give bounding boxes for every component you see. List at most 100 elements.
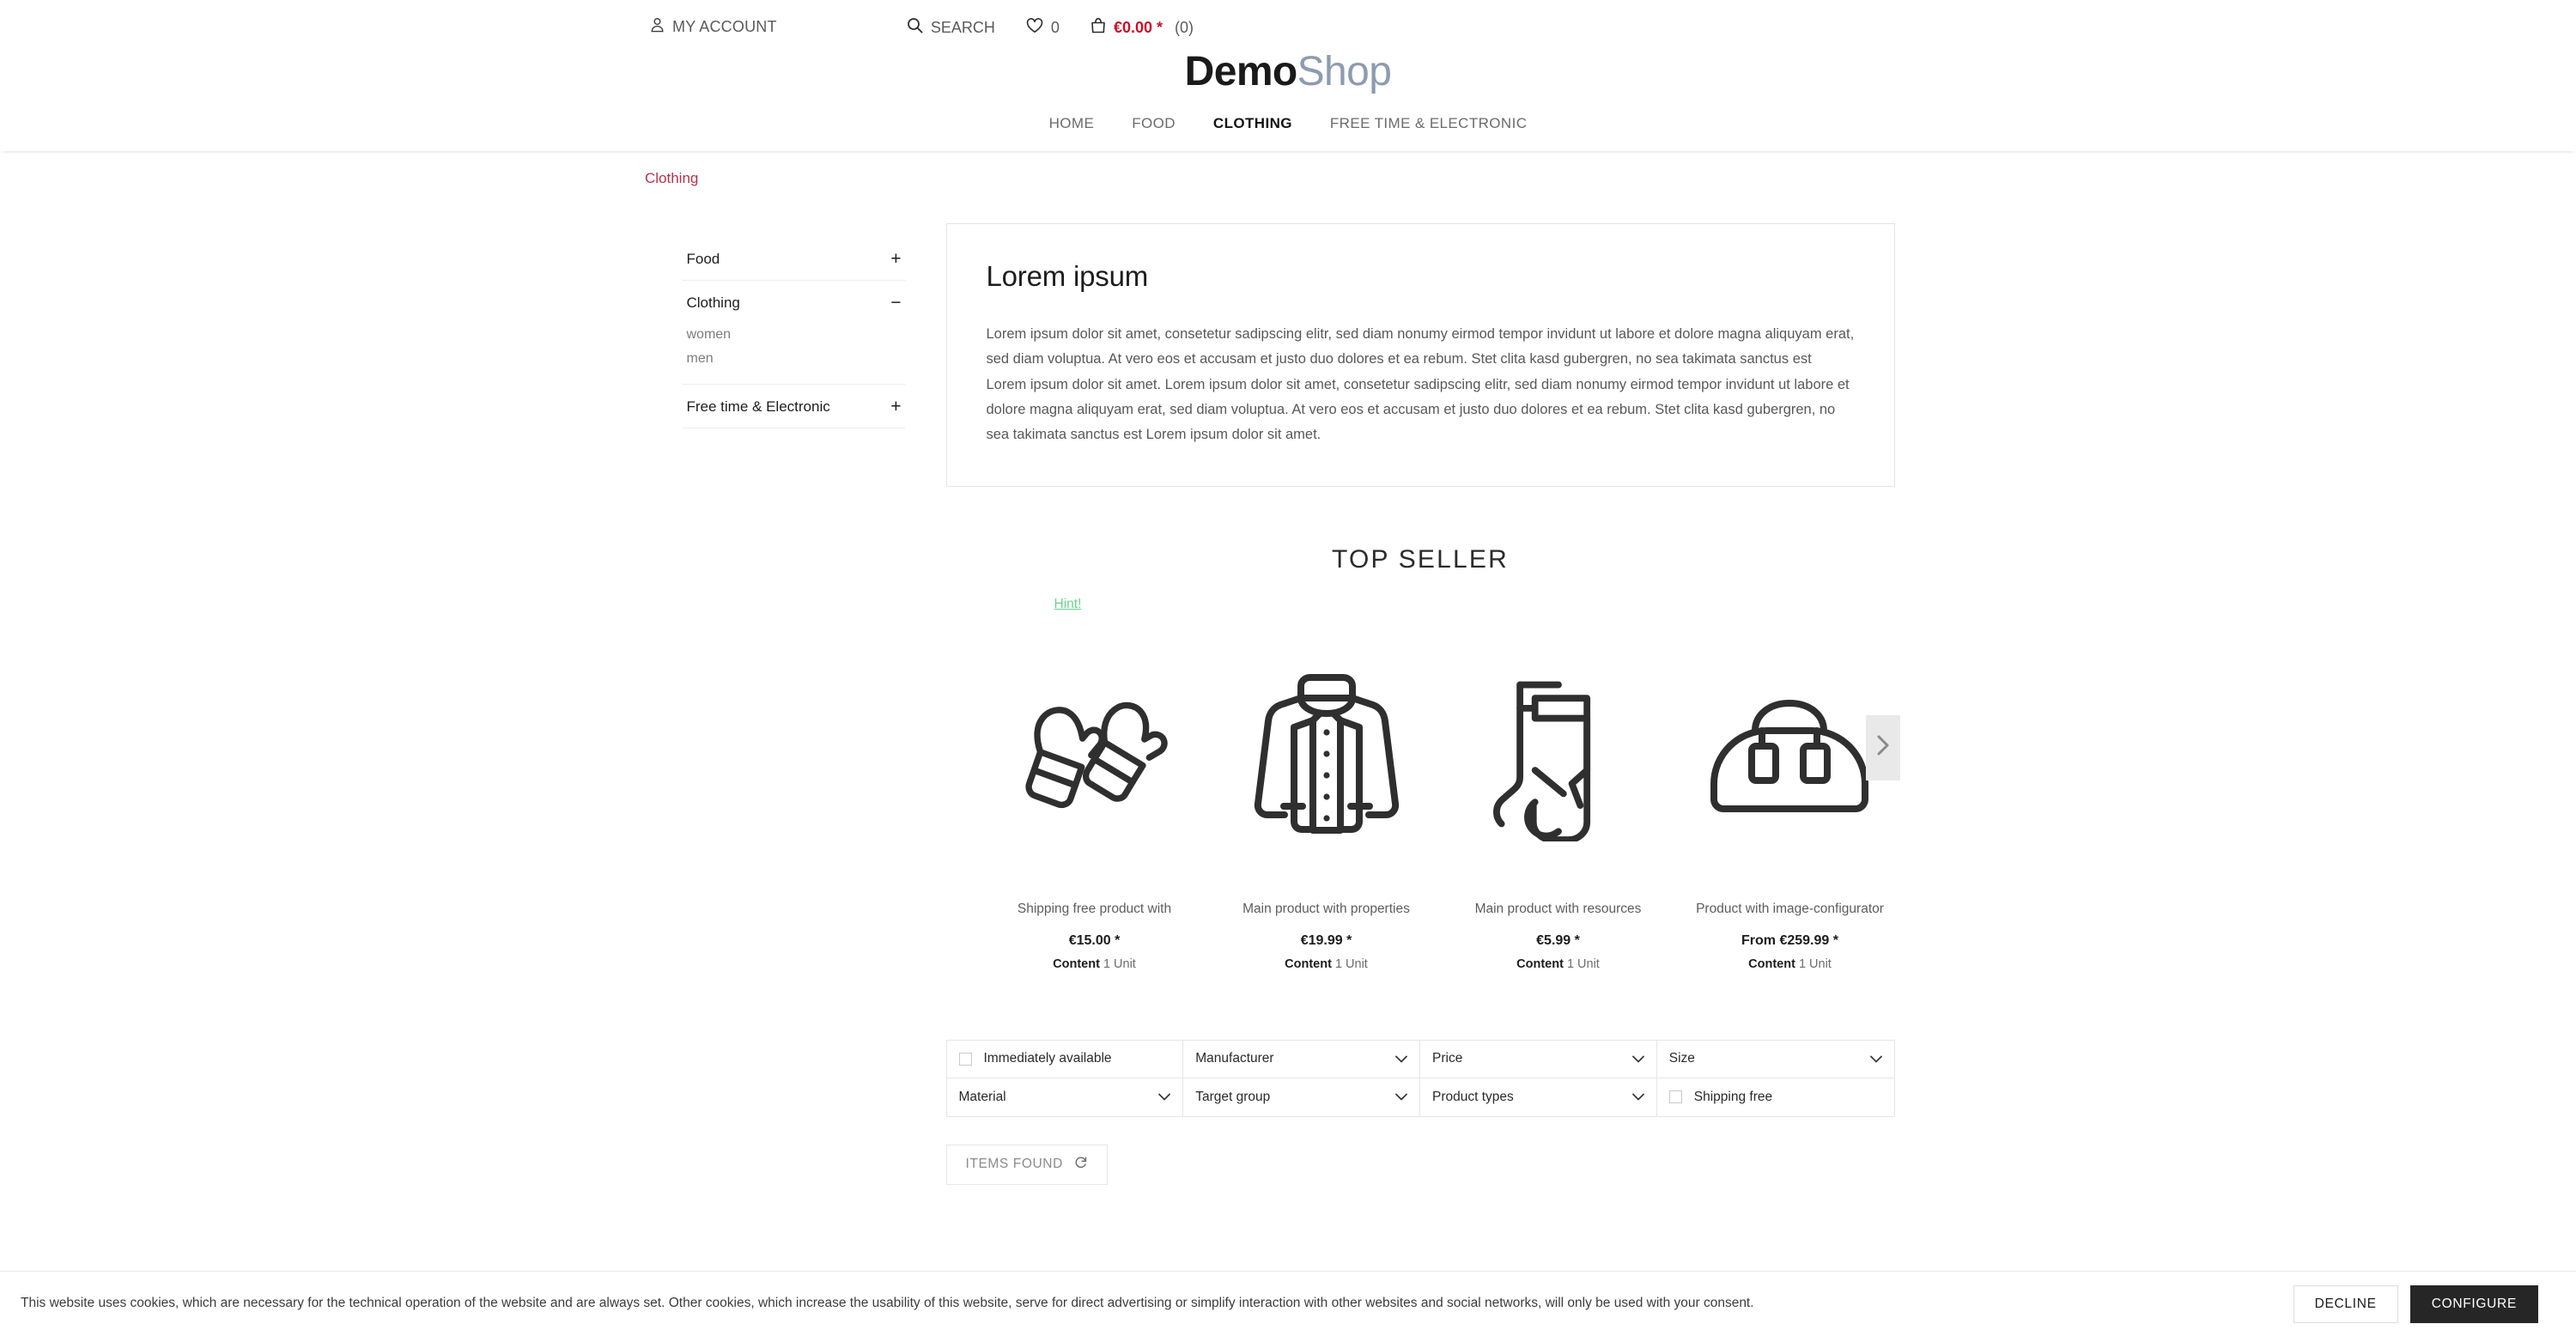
product-content: Content 1 Unit (1674, 957, 1906, 971)
search-label: SEARCH (930, 18, 995, 36)
top-seller-heading: TOP SELLER (1332, 544, 1509, 574)
cart-button[interactable]: €0.00 * (0) (1091, 17, 1194, 38)
sidebar-item-food[interactable]: Food + (682, 237, 905, 280)
configure-button[interactable]: CONFIGURE (2409, 1284, 2538, 1323)
cookie-consent-bar: This website uses cookies, which are nec… (0, 1271, 2576, 1336)
filter-label: Manufacturer (1195, 1051, 1274, 1066)
mittens-icon (979, 648, 1211, 863)
sidebar-item-food-label: Food (686, 250, 720, 267)
filter-immediately-available[interactable]: Immediately available (946, 1040, 1184, 1078)
product-content-label: Content (1053, 956, 1100, 971)
page-root: MY ACCOUNT SEARCH 0 €0.00 * (0) DemoShop… (0, 0, 2576, 1336)
product-content: Content 1 Unit (1211, 957, 1443, 971)
site-logo[interactable]: DemoShop (1185, 52, 1392, 93)
product-price: €5.99 * (1536, 932, 1580, 948)
filter-panel: Immediately available Manufacturer Price (945, 1039, 1895, 1117)
sidebar-subitems-clothing: women men (682, 324, 905, 384)
product-card[interactable]: Main product with resources €5.99 * Cont… (1443, 648, 1674, 971)
sidebar-subitem-women[interactable]: women (687, 324, 903, 348)
filter-target-group[interactable]: Target group (1183, 1078, 1420, 1116)
filter-manufacturer[interactable]: Manufacturer (1183, 1040, 1420, 1078)
product-price: €15.00 * (1068, 932, 1121, 948)
decline-button[interactable]: DECLINE (2293, 1284, 2398, 1323)
nav-item-food[interactable]: FOOD (1113, 112, 1194, 136)
sidebar-subitem-men[interactable]: men (687, 348, 903, 372)
product-price: From €259.99 * (1741, 932, 1838, 948)
chevron-down-icon (1631, 1055, 1644, 1063)
user-icon (650, 17, 665, 37)
logo-text-secondary: Shop (1297, 49, 1392, 94)
product-content-value: 1 Unit (1103, 956, 1136, 971)
chevron-down-icon (1395, 1093, 1407, 1101)
filter-label: Shipping free (1693, 1089, 1773, 1104)
product-content-value: 1 Unit (1566, 956, 1600, 971)
plus-icon[interactable]: + (890, 398, 902, 416)
cart-count: (0) (1175, 18, 1194, 36)
my-account-label: MY ACCOUNT (672, 18, 777, 35)
search-button[interactable]: SEARCH (907, 17, 995, 38)
my-account-link[interactable]: MY ACCOUNT (650, 17, 777, 37)
product-content-label: Content (1285, 956, 1332, 971)
site-header: MY ACCOUNT SEARCH 0 €0.00 * (0) DemoShop… (0, 0, 2576, 151)
product-content-value: 1 Unit (1334, 956, 1368, 971)
cookie-consent-text: This website uses cookies, which are nec… (21, 1296, 1754, 1311)
chevron-down-icon (1869, 1055, 1882, 1063)
minus-icon[interactable]: − (890, 294, 902, 312)
category-sidebar: Food + Clothing − women men Free time & … (681, 223, 905, 428)
category-description-text: Lorem ipsum dolor sit amet, consetetur s… (986, 326, 1855, 443)
chevron-right-icon (1874, 733, 1892, 762)
product-card[interactable]: Product with image-configurator From €25… (1674, 648, 1906, 971)
content-layout: Food + Clothing − women men Free time & … (0, 223, 2576, 1185)
main-column: Lorem ipsum Lorem ipsum dolor sit amet, … (945, 223, 1900, 1185)
top-right-actions: SEARCH 0 €0.00 * (0) (907, 17, 1194, 38)
wishlist-button[interactable]: 0 (1026, 17, 1060, 38)
filter-material[interactable]: Material (947, 1078, 1184, 1116)
product-content-label: Content (1516, 956, 1564, 971)
product-content-value: 1 Unit (1798, 956, 1832, 971)
search-icon (907, 17, 923, 38)
filter-product-types[interactable]: Product types (1420, 1078, 1657, 1116)
sidebar-item-clothing-label: Clothing (686, 294, 740, 311)
chevron-down-icon (1158, 1093, 1171, 1101)
main-navigation: HOME FOOD CLOTHING FREE TIME & ELECTRONI… (0, 98, 2576, 151)
product-name: Main product with properties (1242, 901, 1410, 916)
product-price: €19.99 * (1300, 932, 1352, 948)
product-content: Content 1 Unit (979, 957, 1211, 971)
filter-label: Price (1432, 1051, 1463, 1066)
items-found-button[interactable]: ITEMS FOUND (945, 1144, 1108, 1185)
product-name: Shipping free product with (1017, 901, 1172, 916)
hint-link[interactable]: Hint! (1054, 597, 1082, 611)
logo-wrapper: DemoShop (0, 48, 2576, 98)
filter-label: Size (1668, 1051, 1695, 1066)
filter-label: Material (958, 1089, 1006, 1104)
product-card[interactable]: Main product with properties €19.99 * Co… (1211, 648, 1443, 971)
chevron-down-icon (1395, 1055, 1407, 1063)
product-card[interactable]: Shipping free product with €15.00 * Cont… (979, 648, 1211, 971)
heart-icon (1026, 17, 1043, 38)
sidebar-item-clothing[interactable]: Clothing − (682, 281, 905, 324)
top-seller-slider: Shipping free product with €15.00 * Cont… (946, 648, 1900, 971)
sidebar-block-clothing: Clothing − women men (681, 281, 905, 385)
sidebar-block-free-time-electronic: Free time & Electronic + (681, 385, 905, 428)
filter-price[interactable]: Price (1420, 1040, 1657, 1078)
items-found-label: ITEMS FOUND (965, 1157, 1063, 1172)
top-utility-bar: MY ACCOUNT SEARCH 0 €0.00 * (0) (0, 9, 2576, 48)
chevron-down-icon (1631, 1093, 1644, 1101)
slider-next-button[interactable] (1865, 714, 1900, 780)
sidebar-item-free-time-electronic[interactable]: Free time & Electronic + (682, 385, 905, 428)
checkbox-icon[interactable] (1668, 1090, 1682, 1104)
sidebar-item-free-time-electronic-label: Free time & Electronic (686, 398, 830, 415)
nav-item-free-time-electronic[interactable]: FREE TIME & ELECTRONIC (1311, 112, 1546, 136)
plus-icon[interactable]: + (890, 250, 902, 268)
filter-label: Immediately available (983, 1051, 1112, 1066)
breadcrumb[interactable]: Clothing (645, 170, 698, 187)
wishlist-count: 0 (1050, 18, 1060, 36)
nav-item-clothing[interactable]: CLOTHING (1194, 112, 1311, 136)
hint-row: Hint! (946, 597, 1895, 619)
product-content: Content 1 Unit (1443, 957, 1674, 971)
filter-shipping-free[interactable]: Shipping free (1657, 1078, 1894, 1116)
filter-size[interactable]: Size (1656, 1041, 1894, 1078)
checkbox-icon[interactable] (958, 1052, 972, 1066)
jacket-icon (1211, 648, 1443, 863)
nav-item-home[interactable]: HOME (1030, 112, 1114, 136)
